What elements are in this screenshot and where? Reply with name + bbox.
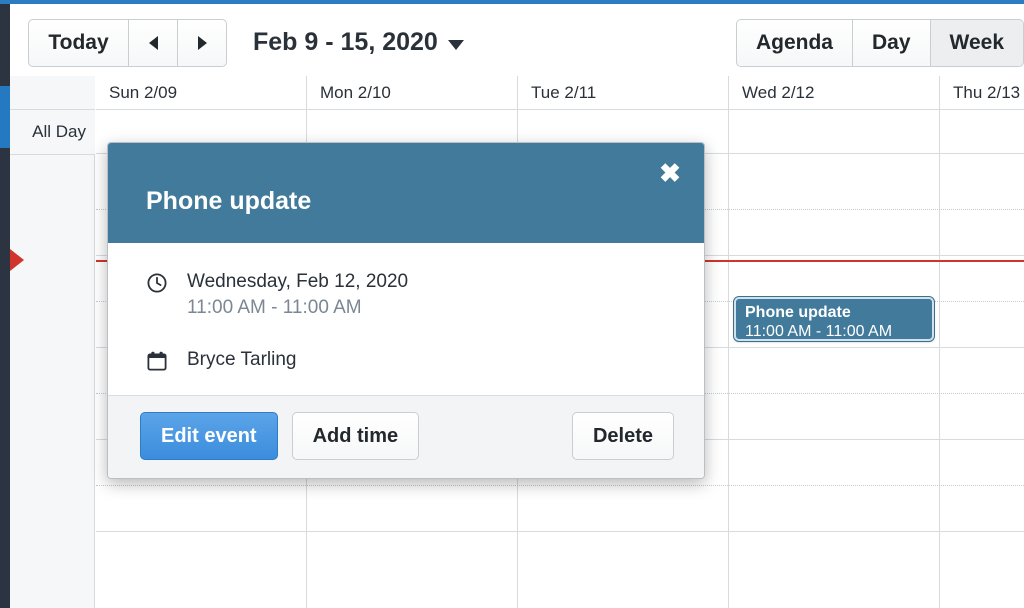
day-header-tue-label: Tue 2/11 — [531, 82, 597, 102]
event-details-popup: Phone update ✖ Wednesday, Feb 12, 2020 1… — [107, 142, 705, 479]
window-top-accent-bar — [0, 0, 1024, 4]
navigation-button-group: Today — [28, 19, 227, 67]
day-header-mon-label: Mon 2/10 — [320, 82, 391, 102]
popup-body: Wednesday, Feb 12, 2020 11:00 AM - 11:00… — [108, 243, 704, 395]
previous-period-button[interactable] — [129, 19, 178, 67]
vertical-scrollbar-thumb[interactable] — [0, 86, 10, 148]
gutter-divider — [10, 154, 95, 155]
edit-event-label: Edit event — [161, 424, 257, 447]
day-column-wed[interactable] — [729, 154, 940, 608]
view-switcher-group: Agenda Day Week — [735, 19, 1024, 67]
date-range-title[interactable]: Feb 9 - 15, 2020 — [253, 28, 464, 57]
all-day-row-label: All Day — [10, 110, 95, 154]
day-header-sun-label: Sun 2/09 — [109, 82, 178, 102]
popup-title: Phone update — [146, 186, 312, 215]
today-button[interactable]: Today — [28, 19, 129, 67]
delete-label: Delete — [592, 424, 653, 447]
chevron-down-icon — [447, 39, 464, 50]
view-tab-agenda-label: Agenda — [755, 31, 833, 54]
clock-icon — [146, 272, 168, 294]
delete-button[interactable]: Delete — [571, 412, 674, 460]
hour-line-1pm — [96, 531, 1024, 532]
caret-left-icon — [148, 36, 158, 50]
calendar-icon — [146, 350, 168, 372]
current-time-arrow-icon — [10, 249, 24, 271]
date-range-label: Feb 9 - 15, 2020 — [253, 28, 438, 56]
today-button-label: Today — [48, 31, 109, 54]
event-chip-time: 11:00 AM - 11:00 AM — [745, 323, 893, 340]
event-time-text: 11:00 AM - 11:00 AM — [187, 297, 362, 318]
all-day-cell-wed[interactable] — [729, 110, 940, 154]
all-day-cell-thu[interactable] — [940, 110, 1024, 154]
event-calendar-row: Bryce Tarling — [146, 347, 674, 373]
view-tab-day[interactable]: Day — [852, 19, 931, 67]
view-tab-day-label: Day — [871, 31, 911, 54]
next-period-button[interactable] — [178, 19, 227, 67]
event-time-row: Wednesday, Feb 12, 2020 11:00 AM - 11:00… — [146, 269, 674, 321]
view-tab-week-label: Week — [949, 31, 1004, 54]
day-header-wed-label: Wed 2/12 — [742, 82, 815, 102]
day-header-wed[interactable]: Wed 2/12 — [729, 76, 940, 110]
caret-right-icon — [197, 36, 207, 50]
day-header-mon[interactable]: Mon 2/10 — [307, 76, 518, 110]
day-header-thu[interactable]: Thu 2/13 — [940, 76, 1024, 110]
view-tab-week[interactable]: Week — [930, 19, 1024, 67]
gutter-header-corner — [10, 76, 95, 110]
edit-event-button[interactable]: Edit event — [140, 412, 278, 460]
view-tab-agenda[interactable]: Agenda — [735, 19, 853, 67]
day-header-tue[interactable]: Tue 2/11 — [518, 76, 729, 110]
popup-header: Phone update ✖ — [108, 143, 704, 243]
popup-footer: Edit event Add time Delete — [108, 395, 704, 478]
time-gutter — [10, 76, 95, 608]
day-header-thu-label: Thu 2/13 — [953, 82, 1021, 102]
event-chip-phone-update[interactable]: Phone update 11:00 AM - 11:00 AM — [733, 296, 935, 342]
calendar-app: Today Feb 9 - 15, 2020 Agenda Day Week A… — [0, 0, 1024, 608]
day-header-sun[interactable]: Sun 2/09 — [96, 76, 307, 110]
event-calendar-name: Bryce Tarling — [187, 349, 297, 370]
event-chip-title: Phone update — [745, 304, 851, 321]
halfhour-line-1230 — [96, 485, 1024, 486]
add-time-button[interactable]: Add time — [291, 412, 420, 460]
close-icon[interactable]: ✖ — [656, 159, 684, 187]
day-column-thu[interactable] — [940, 154, 1024, 608]
add-time-label: Add time — [312, 424, 399, 447]
event-date-text: Wednesday, Feb 12, 2020 — [187, 271, 409, 292]
calendar-toolbar: Today Feb 9 - 15, 2020 Agenda Day Week — [10, 4, 1024, 76]
